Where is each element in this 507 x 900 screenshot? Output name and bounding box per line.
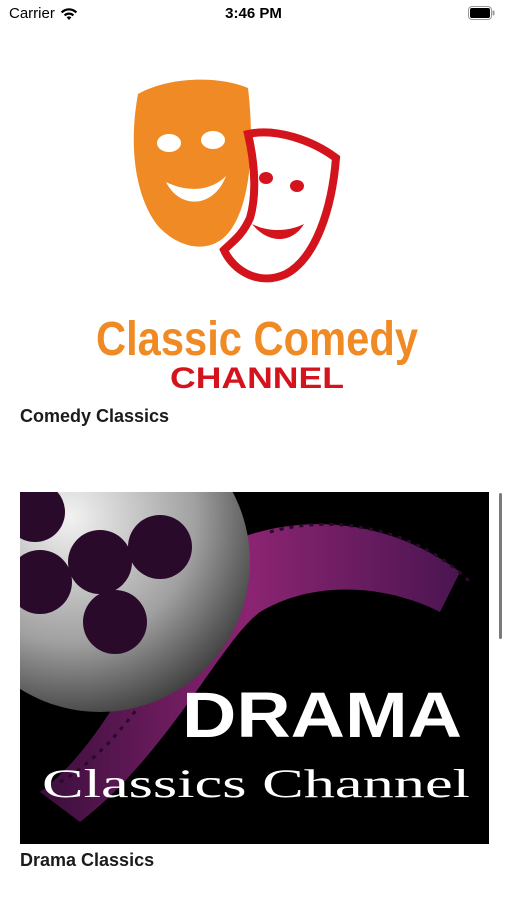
battery-icon <box>468 6 495 20</box>
channel-card-drama[interactable]: DRAMA Classics Channel Drama Classics <box>20 492 489 871</box>
scrollbar[interactable] <box>499 493 502 639</box>
channel-list[interactable]: Classic Comedy CHANNEL Comedy Classics D… <box>0 30 507 900</box>
status-bar: Carrier 3:46 PM <box>0 0 507 30</box>
status-time: 3:46 PM <box>225 5 282 22</box>
channel-title-drama[interactable]: Drama Classics <box>20 850 489 871</box>
comedy-logo-line1: Classic Comedy <box>96 313 418 366</box>
channel-title-comedy[interactable]: Comedy Classics <box>20 406 489 427</box>
channel-card-comedy[interactable]: Classic Comedy CHANNEL Comedy Classics <box>20 68 489 427</box>
drama-logo-line2: Classics Channel <box>42 761 470 806</box>
comedy-channel-logo[interactable]: Classic Comedy CHANNEL <box>20 68 489 390</box>
drama-logo-line1: DRAMA <box>182 679 462 751</box>
comedy-logo-line2: CHANNEL <box>170 362 344 390</box>
drama-channel-logo[interactable]: DRAMA Classics Channel <box>20 492 489 844</box>
